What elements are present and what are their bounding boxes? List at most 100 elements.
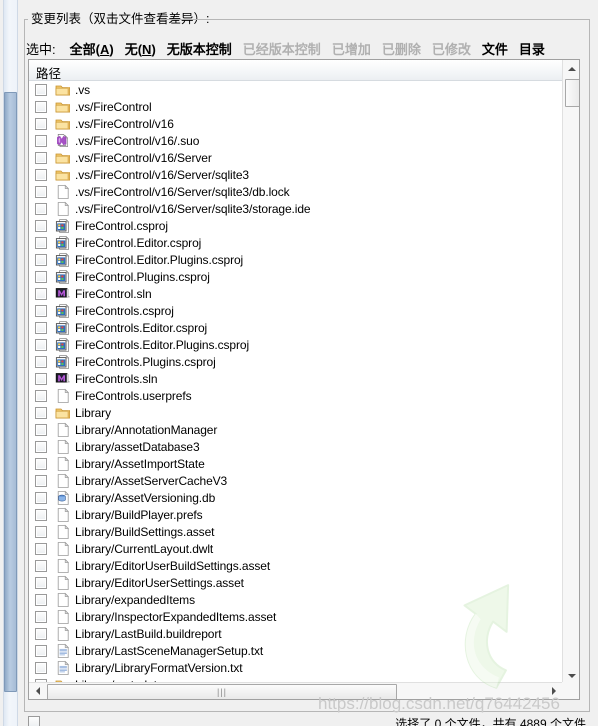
table-row[interactable]: Library/AssetServerCacheV3 [29, 472, 562, 489]
table-row[interactable]: Library/InspectorExpandedItems.asset [29, 608, 562, 625]
listview-horizontal-scrollbar[interactable]: ||| [29, 682, 562, 699]
table-row[interactable]: FireControl.Editor.Plugins.csproj [29, 251, 562, 268]
table-row[interactable]: Library/BuildPlayer.prefs [29, 506, 562, 523]
listview-hscroll-thumb[interactable]: ||| [47, 684, 397, 699]
row-checkbox[interactable] [35, 457, 47, 470]
row-checkbox[interactable] [35, 644, 47, 657]
scroll-left-arrow-icon[interactable] [29, 683, 46, 699]
table-row[interactable]: Library/EditorUserBuildSettings.asset [29, 557, 562, 574]
row-checkbox[interactable] [35, 610, 47, 623]
row-checkbox[interactable] [35, 508, 47, 521]
table-row[interactable]: FireControls.csproj [29, 302, 562, 319]
row-checkbox[interactable] [35, 202, 47, 215]
row-checkbox[interactable] [35, 389, 47, 402]
row-checkbox[interactable] [35, 576, 47, 589]
blank-file-icon [55, 626, 71, 642]
table-row[interactable]: Library/AssetImportState [29, 455, 562, 472]
table-row[interactable]: Library/CurrentLayout.dwlt [29, 540, 562, 557]
table-row[interactable]: .vs/FireControl/v16/Server/sqlite3 [29, 166, 562, 183]
listview-rows[interactable]: .vs .vs/FireControl .vs/FireControl/v16 .vs… [29, 81, 562, 684]
row-checkbox[interactable] [35, 440, 47, 453]
folder-icon [55, 82, 71, 98]
row-checkbox[interactable] [35, 83, 47, 96]
blank-file-icon [55, 541, 71, 557]
table-row[interactable]: FireControls.sln [29, 370, 562, 387]
listview-vertical-scrollbar[interactable] [562, 60, 579, 684]
select-link-8[interactable]: 目录 [519, 42, 545, 57]
row-checkbox[interactable] [35, 525, 47, 538]
row-checkbox[interactable] [35, 474, 47, 487]
row-checkbox[interactable] [35, 491, 47, 504]
table-row[interactable]: .vs/FireControl/v16/Server/sqlite3/db.lo… [29, 183, 562, 200]
row-path-label: Library/AssetServerCacheV3 [75, 473, 228, 488]
table-row[interactable]: .vs/FireControl/v16/Server/sqlite3/stora… [29, 200, 562, 217]
table-row[interactable]: FireControl.sln [29, 285, 562, 302]
table-row[interactable]: Library/AssetVersioning.db [29, 489, 562, 506]
row-checkbox[interactable] [35, 355, 47, 368]
bottom-checkbox[interactable] [28, 716, 40, 726]
row-checkbox[interactable] [35, 287, 47, 300]
select-link-1[interactable]: 无(N) [125, 42, 156, 57]
table-row[interactable]: .vs/FireControl/v16/.suo [29, 132, 562, 149]
table-row[interactable]: FireControls.Plugins.csproj [29, 353, 562, 370]
row-checkbox[interactable] [35, 423, 47, 436]
table-row[interactable]: Library/LastSceneManagerSetup.txt [29, 642, 562, 659]
table-row[interactable]: FireControl.Plugins.csproj [29, 268, 562, 285]
listview-vscroll-thumb[interactable] [565, 79, 579, 107]
row-checkbox[interactable] [35, 100, 47, 113]
table-row[interactable]: Library/LibraryFormatVersion.txt [29, 659, 562, 676]
scroll-up-arrow-icon[interactable] [563, 60, 579, 77]
table-row[interactable]: Library/LastBuild.buildreport [29, 625, 562, 642]
row-checkbox[interactable] [35, 185, 47, 198]
row-checkbox[interactable] [35, 406, 47, 419]
row-checkbox[interactable] [35, 627, 47, 640]
window-vertical-scrollbar[interactable] [0, 0, 19, 726]
column-header-path[interactable]: 路径 [36, 63, 61, 82]
row-checkbox[interactable] [35, 117, 47, 130]
scroll-right-arrow-icon[interactable] [545, 683, 562, 699]
select-link-5: 已删除 [381, 42, 421, 57]
row-checkbox[interactable] [35, 151, 47, 164]
table-row[interactable]: FireControl.Editor.csproj [29, 234, 562, 251]
table-row[interactable]: FireControls.Editor.Plugins.csproj [29, 336, 562, 353]
table-row[interactable]: .vs [29, 81, 562, 98]
row-checkbox[interactable] [35, 304, 47, 317]
select-link-2[interactable]: 无版本控制 [167, 42, 232, 57]
row-checkbox[interactable] [35, 134, 47, 147]
table-row[interactable]: Library/assetDatabase3 [29, 438, 562, 455]
listview-header[interactable]: 路径 [29, 60, 579, 81]
row-checkbox[interactable] [35, 542, 47, 555]
row-checkbox[interactable] [35, 661, 47, 674]
row-path-label: Library/BuildSettings.asset [75, 524, 215, 539]
table-row[interactable]: Library [29, 404, 562, 421]
row-checkbox[interactable] [35, 321, 47, 334]
folder-icon [55, 150, 71, 166]
row-checkbox[interactable] [35, 253, 47, 266]
scrollbar-thumb[interactable] [4, 92, 17, 692]
row-path-label: FireControl.Editor.Plugins.csproj [75, 252, 244, 267]
table-row[interactable]: FireControls.Editor.csproj [29, 319, 562, 336]
table-row[interactable]: .vs/FireControl/v16/Server [29, 149, 562, 166]
row-checkbox[interactable] [35, 168, 47, 181]
table-row[interactable]: .vs/FireControl/v16 [29, 115, 562, 132]
row-path-label: Library/assetDatabase3 [75, 439, 200, 454]
row-checkbox[interactable] [35, 559, 47, 572]
row-checkbox[interactable] [35, 372, 47, 385]
select-link-7[interactable]: 文件 [482, 42, 508, 57]
table-row[interactable]: Library/AnnotationManager [29, 421, 562, 438]
blank-file-icon [55, 439, 71, 455]
select-link-0[interactable]: 全部(A) [70, 42, 114, 57]
table-row[interactable]: Library/expandedItems [29, 591, 562, 608]
table-row[interactable]: .vs/FireControl [29, 98, 562, 115]
table-row[interactable]: FireControls.userprefs [29, 387, 562, 404]
row-checkbox[interactable] [35, 219, 47, 232]
row-checkbox[interactable] [35, 270, 47, 283]
row-checkbox[interactable] [35, 236, 47, 249]
row-checkbox[interactable] [35, 593, 47, 606]
table-row[interactable]: Library/EditorUserSettings.asset [29, 574, 562, 591]
row-checkbox[interactable] [35, 338, 47, 351]
table-row[interactable]: FireControl.csproj [29, 217, 562, 234]
table-row[interactable]: Library/BuildSettings.asset [29, 523, 562, 540]
changed-files-listview[interactable]: 路径 .vs .vs/FireControl .vs/FireControl/v16… [28, 59, 580, 700]
folder-icon [55, 99, 71, 115]
